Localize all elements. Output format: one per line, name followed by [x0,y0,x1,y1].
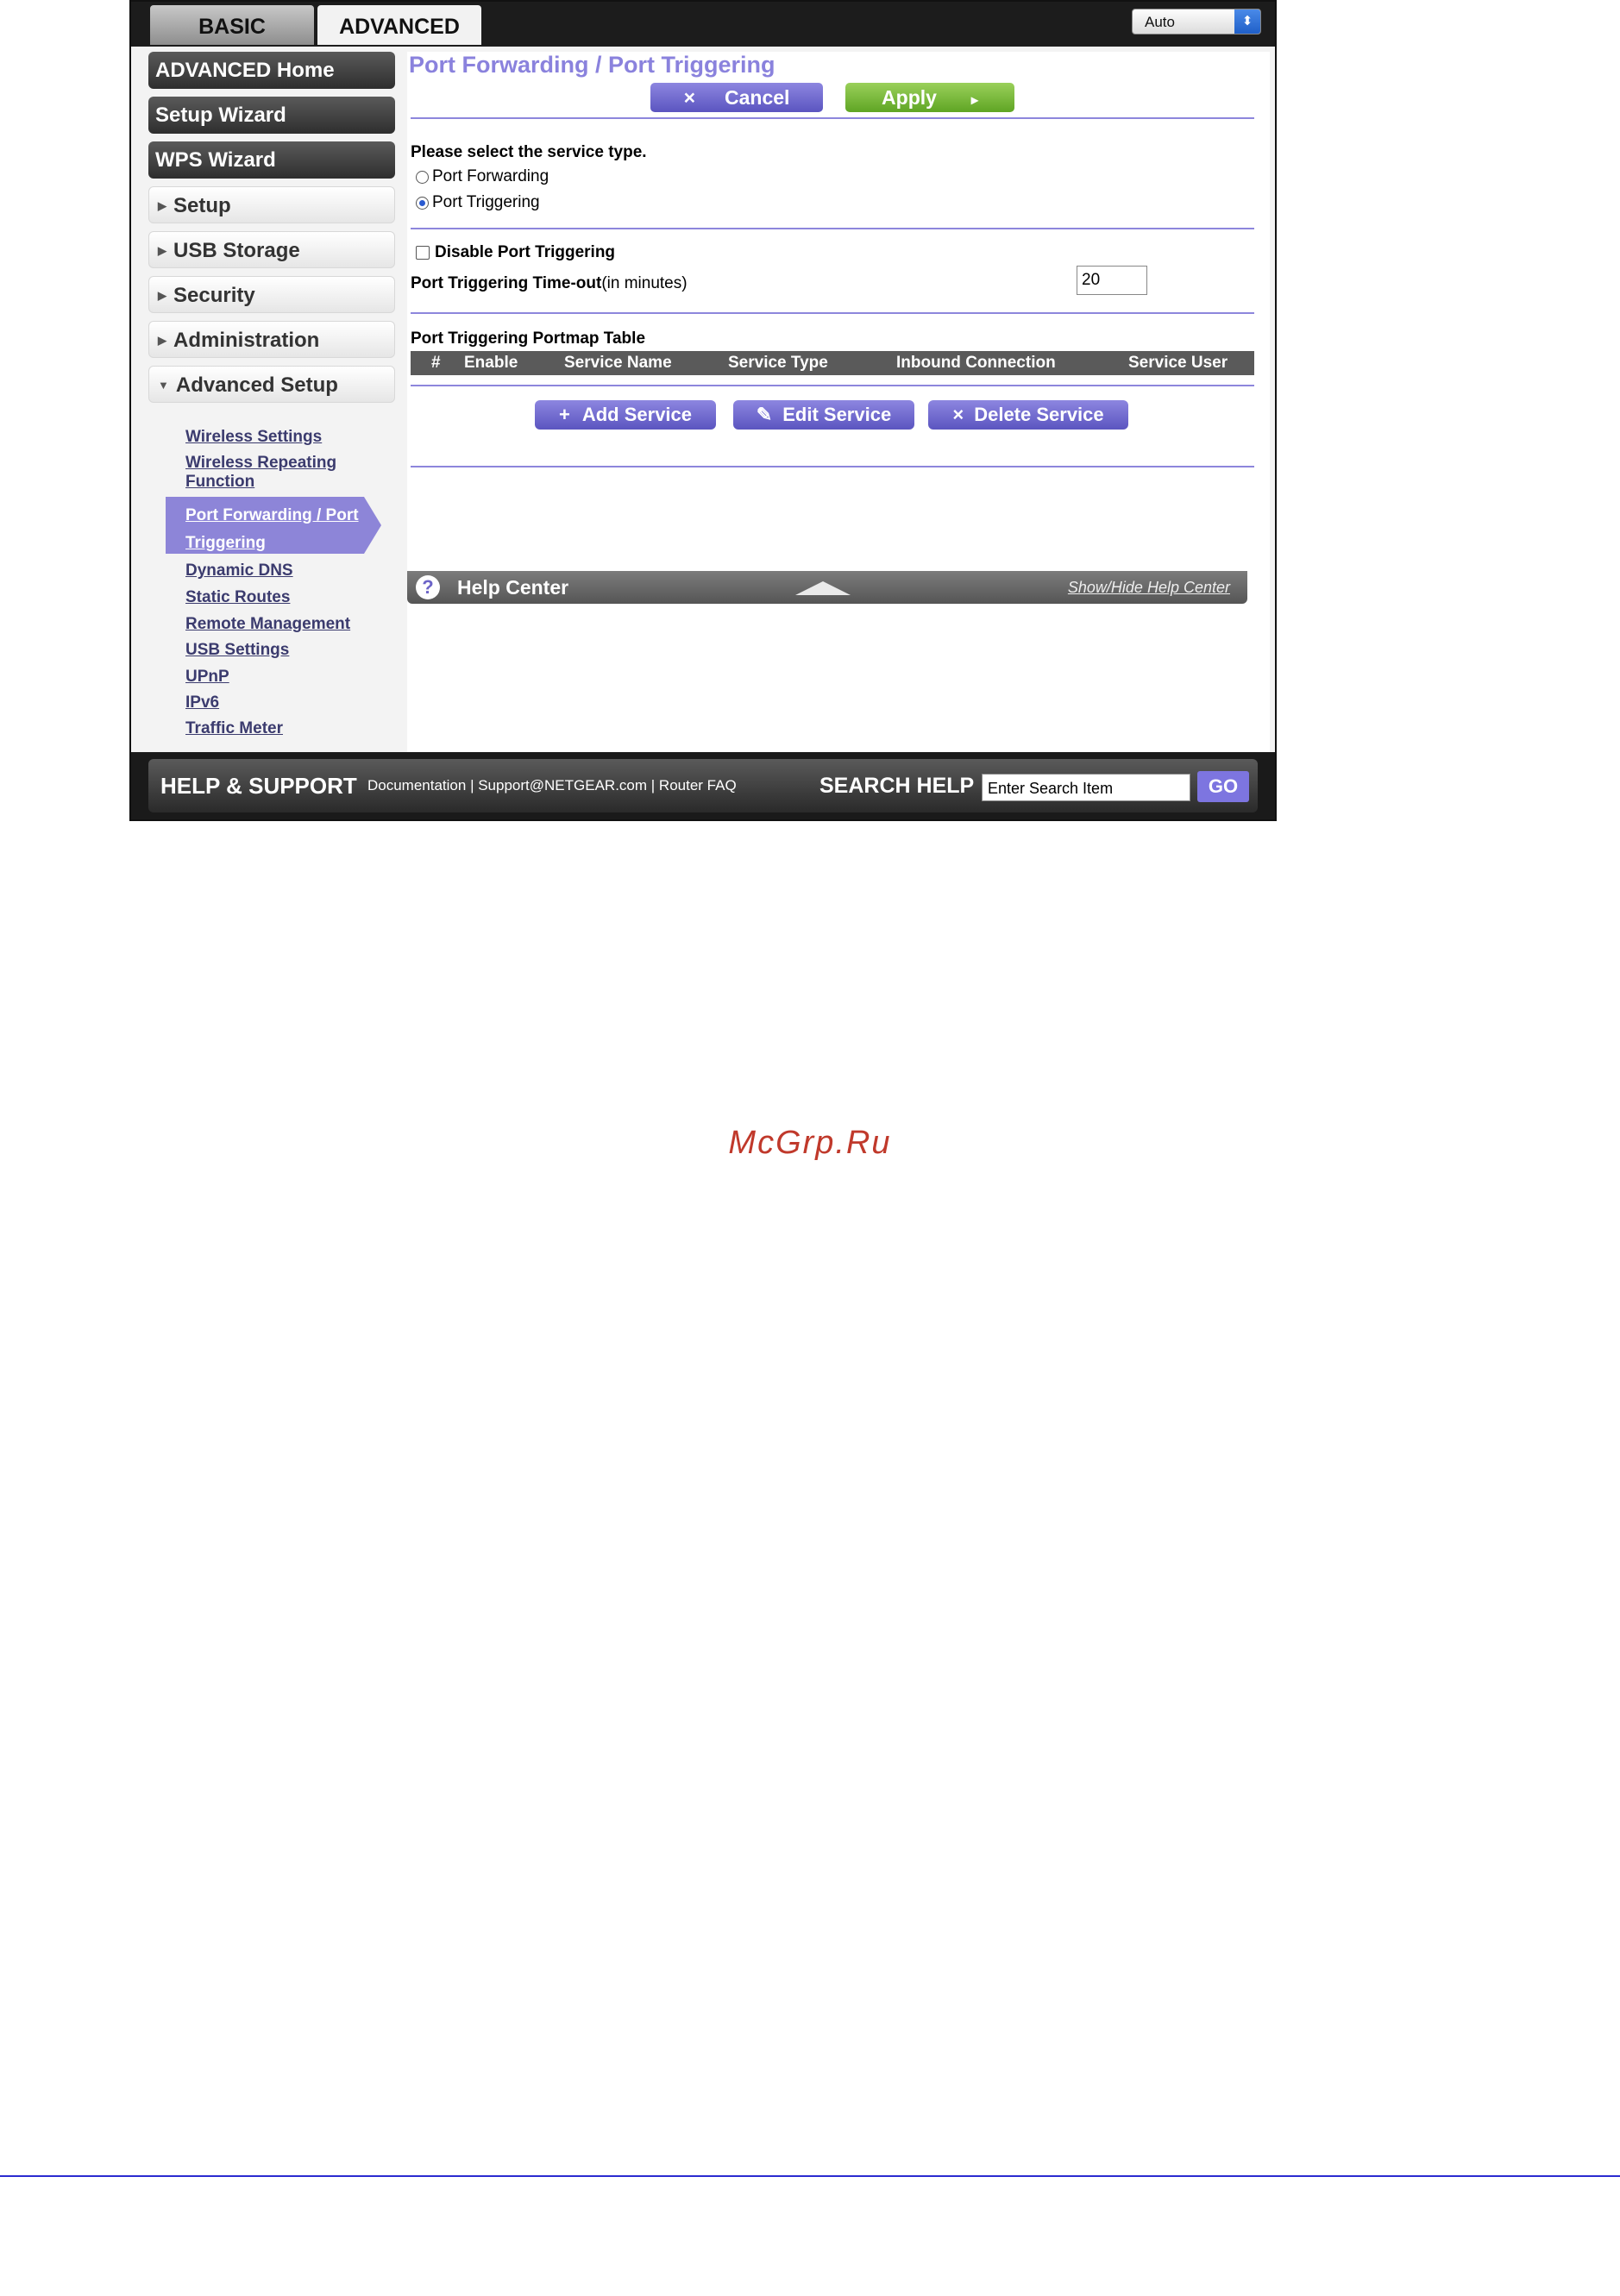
main-panel: Port Forwarding / Port Triggering × Cance… [407,52,1270,752]
search-help-label: SEARCH HELP [819,774,975,798]
caret-down-icon: ▼ [158,379,169,392]
link-separator: | [647,777,659,794]
link-separator: | [466,777,479,794]
sublink-wireless-repeating[interactable]: Wireless Repeating Function [185,454,358,492]
divider [411,466,1254,467]
timeout-label-bold: Port Triggering Time-out [411,274,602,292]
footer-title: HELP & SUPPORT [160,773,357,799]
timeout-label-units: (in minutes) [601,274,688,292]
search-input[interactable]: Enter Search Item [982,774,1190,801]
sidebar-usb-storage-label: USB Storage [173,239,300,262]
tab-advanced[interactable]: ADVANCED [317,5,481,45]
column-header: Inbound Connection [896,354,1056,372]
caret-right-icon: ▶ [158,199,166,212]
edit-service-label: Edit Service [782,404,892,425]
add-service-button[interactable]: + Add Service [535,400,716,430]
sublink-static-routes[interactable]: Static Routes [185,588,358,607]
column-header: Service User [1128,354,1228,372]
divider [411,117,1254,119]
column-header: Enable [464,354,518,372]
delete-service-button[interactable]: × Delete Service [928,400,1128,430]
disable-port-triggering-label: Disable Port Triggering [435,243,616,261]
radio-port-triggering[interactable]: Port Triggering [416,193,540,212]
close-icon: × [683,86,695,109]
delete-service-label: Delete Service [974,404,1104,425]
show-hide-help-link[interactable]: Show/Hide Help Center [1068,571,1230,604]
sidebar-wps-wizard[interactable]: WPS Wizard [148,141,395,179]
sidebar-usb-storage[interactable]: ▶ USB Storage [148,231,395,268]
close-icon: × [952,404,964,425]
sidebar-setup-wizard[interactable]: Setup Wizard [148,97,395,134]
help-center-title: Help Center [457,576,569,599]
sublink-dynamic-dns[interactable]: Dynamic DNS [185,561,358,580]
divider [411,312,1254,314]
timeout-label: Port Triggering Time-out(in minutes) [411,274,688,293]
table-title: Port Triggering Portmap Table [411,329,646,348]
checkbox-icon [416,246,430,260]
sublink-usb-settings[interactable]: USB Settings [185,641,358,660]
support-email-link[interactable]: Support@NETGEAR.com [478,777,647,794]
expand-up-icon[interactable] [795,581,851,595]
radio-port-triggering-label: Port Triggering [432,193,540,211]
sidebar-advanced-setup[interactable]: ▼ Advanced Setup [148,366,395,403]
language-select[interactable]: Auto ⬍ [1132,9,1261,35]
router-admin-window: BASIC ADVANCED Auto ⬍ ADVANCED Home Setu… [129,0,1277,821]
apply-button[interactable]: Apply ▸ [845,83,1014,112]
pencil-icon: ✎ [756,404,773,425]
edit-service-button[interactable]: ✎ Edit Service [733,400,914,430]
tab-basic[interactable]: BASIC [150,5,314,45]
page-title: Port Forwarding / Port Triggering [409,52,775,78]
column-header: # [431,354,441,372]
cancel-button-label: Cancel [725,86,790,109]
footer-links: Documentation | Support@NETGEAR.com | Ro… [367,759,737,812]
sublink-upnp[interactable]: UPnP [185,668,358,687]
column-header: Service Type [728,354,828,372]
service-type-prompt: Please select the service type. [411,143,647,161]
top-tab-bar: BASIC ADVANCED Auto ⬍ [131,2,1275,47]
sidebar-advanced-setup-label: Advanced Setup [175,373,338,397]
sidebar-advanced-home[interactable]: ADVANCED Home [148,52,395,89]
language-select-value: Auto [1145,14,1175,30]
caret-right-icon: ▶ [158,334,166,347]
divider [411,385,1254,386]
radio-icon [416,171,429,184]
timeout-input[interactable]: 20 [1077,266,1147,295]
router-faq-link[interactable]: Router FAQ [659,777,737,794]
divider [411,228,1254,229]
caret-right-icon: ▶ [158,289,166,302]
help-question-icon: ? [416,575,440,599]
sidebar-administration[interactable]: ▶ Administration [148,321,395,358]
radio-port-forwarding-label: Port Forwarding [432,167,549,185]
sublink-remote-management[interactable]: Remote Management [185,615,358,634]
sidebar-security[interactable]: ▶ Security [148,276,395,313]
add-service-label: Add Service [581,404,693,425]
sidebar-security-label: Security [173,284,255,307]
radio-port-forwarding[interactable]: Port Forwarding [416,167,549,186]
disable-port-triggering-checkbox[interactable]: Disable Port Triggering [416,243,615,262]
portmap-table-header: # Enable Service Name Service Type Inbou… [411,351,1254,375]
sublink-wireless-settings[interactable]: Wireless Settings [185,428,358,447]
content-area: ADVANCED Home Setup Wizard WPS Wizard ▶ S… [131,47,1275,752]
sublink-traffic-meter[interactable]: Traffic Meter [185,719,358,738]
column-header: Service Name [564,354,672,372]
sidebar-administration-label: Administration [173,329,320,352]
documentation-link[interactable]: Documentation [367,777,466,794]
apply-button-label: Apply [882,86,937,109]
watermark-text: McGrp.Ru [728,1125,892,1161]
sublink-port-forwarding[interactable]: Port Forwarding / Port Triggering [185,502,375,557]
radio-selected-icon [416,197,429,210]
arrow-right-icon: ▸ [970,93,978,108]
go-button[interactable]: GO [1197,771,1249,802]
help-support-footer: HELP & SUPPORT Documentation | Support@N… [148,759,1258,812]
select-arrows-icon: ⬍ [1234,9,1260,34]
page-bottom-rule [0,2175,1620,2177]
sublink-ipv6[interactable]: IPv6 [185,693,358,712]
cancel-button[interactable]: × Cancel [650,83,823,112]
sidebar-setup-label: Setup [173,194,231,217]
sidebar-setup[interactable]: ▶ Setup [148,186,395,223]
help-center-bar[interactable]: ? Help Center Show/Hide Help Center [407,571,1247,604]
plus-icon: + [558,404,570,425]
caret-right-icon: ▶ [158,244,166,257]
